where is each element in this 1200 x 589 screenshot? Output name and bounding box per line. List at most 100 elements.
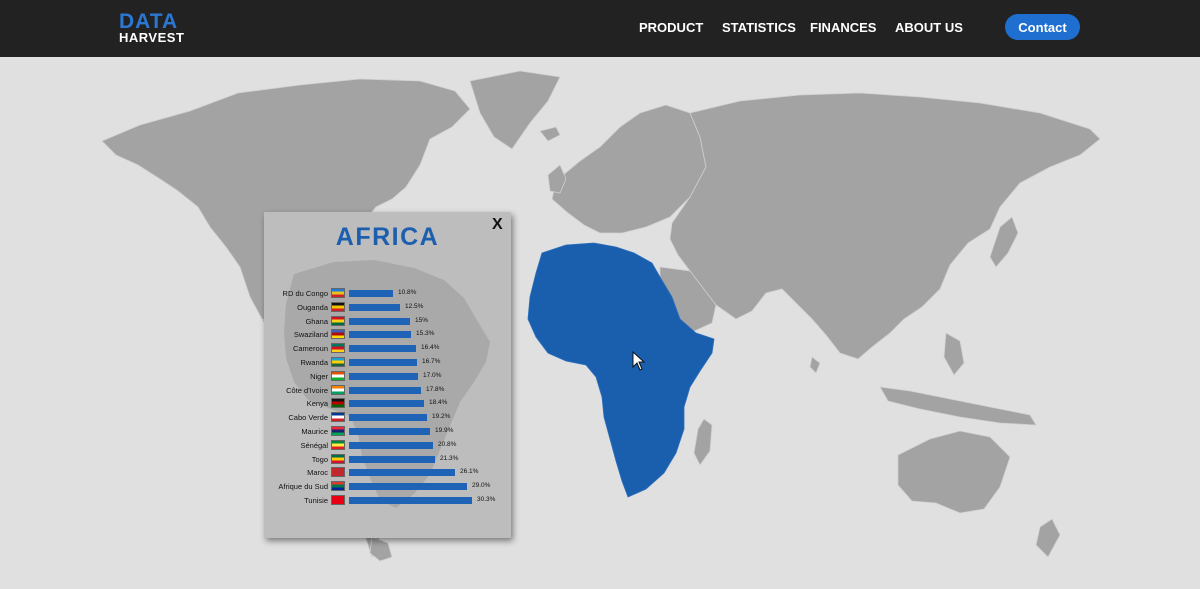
nav-item-about-us[interactable]: ABOUT US <box>895 20 963 35</box>
country-row[interactable]: Cabo Verde 19.2% <box>264 412 511 424</box>
country-name: RD du Congo <box>282 289 328 298</box>
map-region-asia[interactable] <box>669 92 1101 360</box>
value-bar <box>349 469 455 477</box>
country-name: Rwanda <box>300 358 328 367</box>
value-label: 30.3% <box>477 496 496 503</box>
country-flag-icon <box>331 343 345 354</box>
value-label: 18.4% <box>429 399 448 407</box>
value-label: 20.8% <box>438 440 457 448</box>
country-name: Sénégal <box>300 440 328 450</box>
value-label: 10.8% <box>398 289 417 296</box>
country-row[interactable]: Maroc 26.1% <box>264 467 511 479</box>
country-name: Niger <box>310 371 328 381</box>
brand-logo-line2: HARVEST <box>119 30 185 45</box>
country-name: Afrique du Sud <box>278 482 328 492</box>
value-label: 21.3% <box>440 454 459 462</box>
country-row[interactable]: Kenya 18.4% <box>264 398 511 410</box>
country-row[interactable]: Maurice 19.9% <box>264 426 511 438</box>
country-flag-icon <box>331 329 345 340</box>
value-bar <box>349 317 410 325</box>
country-name: Ouganda <box>297 302 328 312</box>
value-label: 19.9% <box>435 427 454 434</box>
world-map <box>0 57 1200 589</box>
country-row[interactable]: Sénégal 20.8% <box>264 439 511 452</box>
contact-button[interactable]: Contact <box>1005 14 1080 40</box>
country-flag-icon <box>331 453 345 464</box>
country-flag-icon <box>331 481 345 492</box>
country-row[interactable]: Cameroun 16.4% <box>264 343 511 355</box>
country-name: Cameroun <box>292 344 328 354</box>
mouse-cursor-icon <box>632 351 646 371</box>
country-flag-icon <box>331 384 345 395</box>
country-flag-icon <box>331 439 345 450</box>
value-bar <box>349 400 424 408</box>
close-popup-button[interactable]: X <box>492 216 503 234</box>
value-bar <box>349 331 411 339</box>
country-flag-icon <box>331 398 345 409</box>
country-flag-icon <box>331 357 345 367</box>
value-bar <box>349 428 430 435</box>
value-bar <box>349 372 418 380</box>
value-label: 16.7% <box>422 358 441 365</box>
country-row[interactable]: Togo 21.3% <box>264 453 511 466</box>
value-label: 17.8% <box>426 385 445 393</box>
map-region-japan[interactable] <box>989 216 1019 268</box>
country-name: Togo <box>311 454 328 464</box>
country-name: Côte d'Ivoire <box>286 385 328 395</box>
value-label: 26.1% <box>460 468 479 476</box>
value-bar <box>349 414 427 422</box>
country-row[interactable]: Tunisie 30.3% <box>264 495 511 507</box>
value-bar <box>349 386 421 394</box>
map-region-australia[interactable] <box>897 430 1011 514</box>
country-row[interactable]: Niger 17.0% <box>264 370 511 383</box>
map-region-sri-lanka[interactable] <box>809 356 821 374</box>
country-row[interactable]: RD du Congo 10.8% <box>264 288 511 300</box>
country-flag-icon <box>331 412 345 423</box>
value-bar <box>349 345 416 353</box>
country-row[interactable]: Rwanda 16.7% <box>264 357 511 369</box>
country-row[interactable]: Swaziland 15.3% <box>264 329 511 341</box>
value-label: 12.5% <box>405 302 424 310</box>
map-region-philippines[interactable] <box>943 332 965 376</box>
value-label: 16.4% <box>421 344 440 352</box>
nav-item-product[interactable]: PRODUCT <box>639 20 703 35</box>
country-name: Maurice <box>301 427 328 436</box>
country-flag-icon <box>331 288 345 298</box>
region-popup: AFRICA X RD du Congo 10.8% Ouganda 12.5% Gha… <box>264 212 511 538</box>
map-region-tierra-del-fuego[interactable] <box>369 536 393 562</box>
country-row[interactable]: Ouganda 12.5% <box>264 301 511 314</box>
world-map-canvas <box>101 70 1101 562</box>
nav-item-statistics[interactable]: STATISTICS <box>722 20 796 35</box>
brand-logo[interactable]: DATA HARVEST <box>119 11 184 44</box>
country-row[interactable]: Ghana 15% <box>264 315 511 328</box>
top-navbar: DATA HARVEST PRODUCT STATISTICS FINANCES… <box>0 0 1200 57</box>
country-flag-icon <box>331 301 345 312</box>
country-name: Cabo Verde <box>288 413 328 423</box>
value-bar <box>349 290 393 297</box>
country-name: Maroc <box>307 468 328 478</box>
country-name: Ghana <box>305 316 328 326</box>
map-region-madagascar[interactable] <box>693 418 713 466</box>
nav-item-finances[interactable]: FINANCES <box>810 20 876 35</box>
value-bar <box>349 441 433 449</box>
map-region-iceland[interactable] <box>539 126 561 142</box>
country-flag-icon <box>331 495 345 505</box>
country-flag-icon <box>331 426 345 436</box>
country-flag-icon <box>331 315 345 326</box>
country-flag-icon <box>331 370 345 381</box>
map-region-new-zealand[interactable] <box>1035 518 1061 558</box>
country-flag-icon <box>331 467 345 478</box>
value-label: 17.0% <box>423 371 442 379</box>
value-label: 19.2% <box>432 413 451 421</box>
country-row[interactable]: Afrique du Sud 29.0% <box>264 481 511 493</box>
value-bar <box>349 359 417 366</box>
country-row[interactable]: Côte d'Ivoire 17.8% <box>264 384 511 397</box>
value-bar <box>349 497 472 504</box>
value-bar <box>349 455 435 463</box>
value-bar <box>349 303 400 311</box>
value-label: 29.0% <box>472 482 491 490</box>
value-bar <box>349 483 467 491</box>
popup-title: AFRICA <box>335 223 440 251</box>
country-name: Swaziland <box>293 330 328 340</box>
map-region-indonesia[interactable] <box>879 386 1037 426</box>
